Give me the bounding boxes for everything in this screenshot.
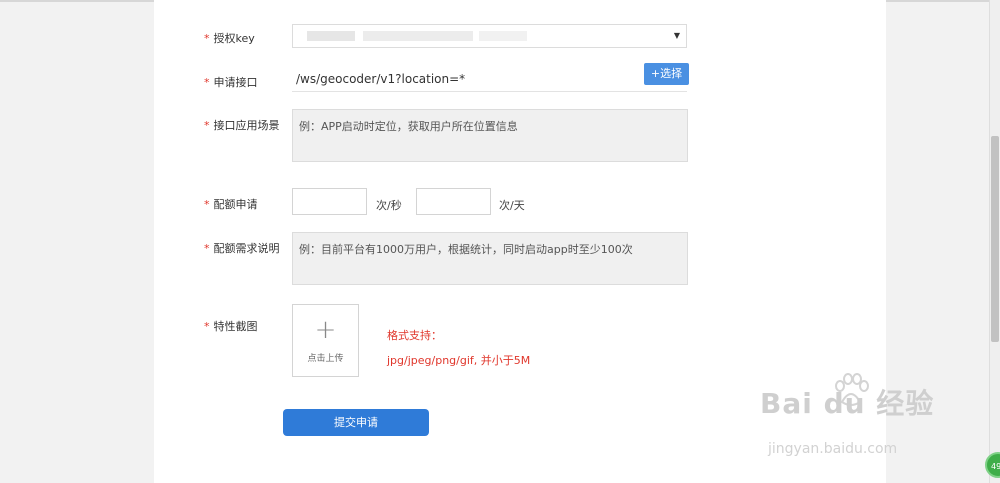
- quota-desc-textarea[interactable]: 例：目前平台有1000万用户，根据统计，同时启动app时至少100次: [292, 232, 688, 285]
- redacted-key-part: [363, 31, 473, 41]
- upload-box[interactable]: + 点击上传: [292, 304, 359, 377]
- redacted-key-part: [307, 31, 355, 41]
- quota-desc-label: * 配额需求说明: [204, 242, 280, 255]
- format-detail: jpg/jpeg/png/gif, 并小于5M: [387, 354, 531, 367]
- required-mark: *: [204, 32, 210, 45]
- choose-api-button[interactable]: +选择: [644, 63, 689, 85]
- submit-button[interactable]: 提交申请: [283, 409, 429, 436]
- scrollbar-thumb[interactable]: [991, 136, 999, 342]
- scenario-label: * 接口应用场景: [204, 119, 280, 132]
- required-mark: *: [204, 119, 210, 132]
- auth-key-label: * 授权key: [204, 32, 255, 45]
- api-value: /ws/geocoder/v1?location=*: [292, 68, 687, 92]
- per-day-unit: 次/天: [499, 199, 525, 212]
- required-mark: *: [204, 320, 210, 333]
- watermark-logo: Bai du 经验: [760, 387, 935, 420]
- format-title: 格式支持：: [387, 329, 442, 342]
- redacted-key-part: [479, 31, 527, 41]
- quota-label: * 配额申请: [204, 198, 258, 211]
- upload-label: 点击上传: [307, 354, 344, 364]
- caret-down-icon: ▼: [673, 31, 680, 40]
- quota-per-day-input[interactable]: [416, 188, 491, 215]
- required-mark: *: [204, 242, 210, 255]
- per-second-unit: 次/秒: [376, 199, 402, 212]
- api-label: * 申请接口: [204, 76, 258, 89]
- scenario-textarea[interactable]: 例：APP启动时定位，获取用户所在位置信息: [292, 109, 688, 162]
- screenshot-label: * 特性截图: [204, 320, 258, 333]
- required-mark: *: [204, 76, 210, 89]
- required-mark: *: [204, 198, 210, 211]
- watermark-url: jingyan.baidu.com: [768, 441, 898, 457]
- plus-icon: +: [314, 315, 337, 345]
- floating-badge[interactable]: 49: [985, 452, 1000, 478]
- auth-key-select[interactable]: ▼: [292, 24, 687, 48]
- quota-per-second-input[interactable]: [292, 188, 367, 215]
